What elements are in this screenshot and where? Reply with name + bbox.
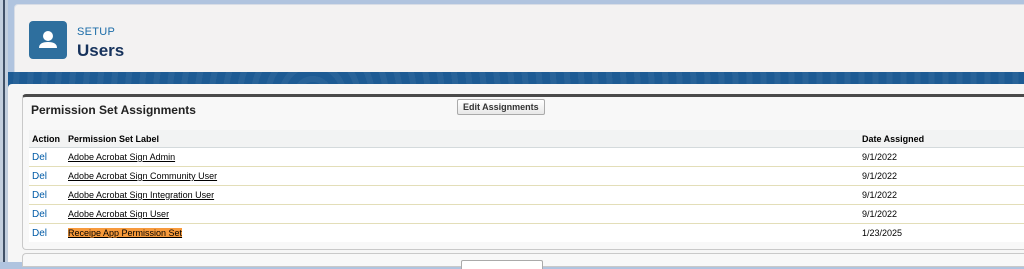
permission-set-link[interactable]: Adobe Acrobat Sign User [68, 209, 169, 219]
section-label: SETUP [77, 26, 116, 38]
date-assigned: 1/23/2025 [859, 223, 1024, 242]
column-header-date: Date Assigned [859, 130, 1024, 148]
date-assigned: 9/1/2022 [859, 204, 1024, 224]
assignments-table: Action Permission Set Label Date Assigne… [29, 130, 1024, 242]
column-header-label: Permission Set Label [65, 130, 859, 148]
window-left-border [3, 0, 5, 262]
date-assigned: 9/1/2022 [859, 147, 1024, 167]
next-list-button[interactable] [461, 260, 543, 269]
table-row: Del Adobe Acrobat Sign Community User 9/… [29, 166, 1024, 186]
permission-set-link[interactable]: Adobe Acrobat Sign Admin [68, 152, 175, 162]
delete-link[interactable]: Del [32, 152, 47, 163]
user-icon [29, 21, 67, 59]
table-row: Del Receipe App Permission Set 1/23/2025 [29, 223, 1024, 242]
delete-link[interactable]: Del [32, 228, 47, 239]
delete-link[interactable]: Del [32, 190, 47, 201]
delete-link[interactable]: Del [32, 171, 47, 182]
delete-link[interactable]: Del [32, 209, 47, 220]
permission-set-link-highlighted[interactable]: Receipe App Permission Set [68, 228, 183, 238]
permission-set-link[interactable]: Adobe Acrobat Sign Community User [68, 171, 217, 181]
next-related-list [22, 253, 1024, 269]
table-row: Del Adobe Acrobat Sign Admin 9/1/2022 [29, 147, 1024, 167]
date-assigned: 9/1/2022 [859, 185, 1024, 205]
date-assigned: 9/1/2022 [859, 166, 1024, 186]
page-title: Users [77, 41, 125, 60]
permission-set-link[interactable]: Adobe Acrobat Sign Integration User [68, 190, 214, 200]
table-header-row: Action Permission Set Label Date Assigne… [29, 130, 1024, 148]
edit-assignments-button[interactable]: Edit Assignments [457, 99, 545, 115]
column-header-action: Action [29, 130, 65, 148]
page-header: SETUP Users [14, 4, 1024, 78]
permission-set-assignments-list: Permission Set Assignments Edit Assignme… [22, 94, 1024, 250]
list-title: Permission Set Assignments [31, 103, 196, 117]
table-row: Del Adobe Acrobat Sign User 9/1/2022 [29, 204, 1024, 224]
table-row: Del Adobe Acrobat Sign Integration User … [29, 185, 1024, 205]
